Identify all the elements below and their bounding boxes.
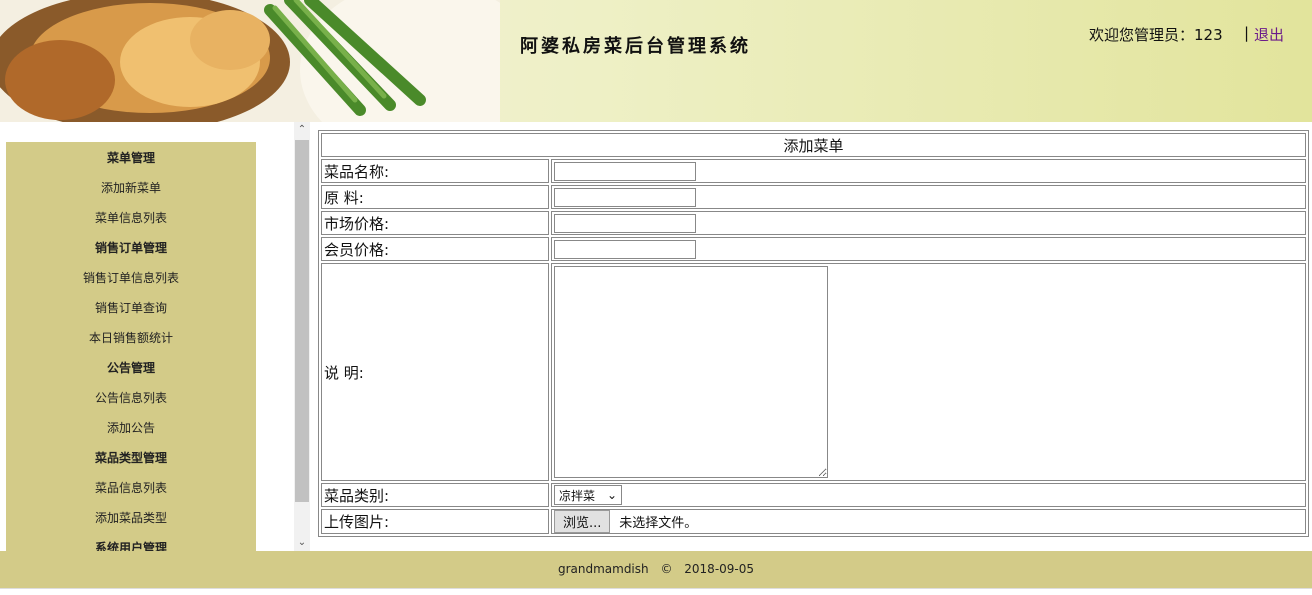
dish-name-input[interactable] <box>554 161 696 181</box>
sidebar-menu: 菜单管理 添加新菜单 菜单信息列表 销售订单管理 销售订单信息列表 销售订单查询… <box>6 142 256 551</box>
category-selected-value: 凉拌菜 <box>559 488 596 503</box>
category-label: 菜品类别: <box>321 483 549 507</box>
header-banner: 阿婆私房菜后台管理系统 欢迎您管理员：123 | 退出 <box>0 0 1312 122</box>
sidebar-heading-system-users: 系统用户管理 <box>94 541 167 551</box>
member-price-input[interactable] <box>554 239 696 259</box>
header-separator: | <box>1244 24 1250 42</box>
category-select[interactable]: 凉拌菜 ⌄ <box>554 485 622 505</box>
footer: grandmamdish © 2018-09-05 <box>0 551 1312 588</box>
sidebar-heading-dish-types: 菜品类型管理 <box>94 451 167 465</box>
browse-button[interactable]: 浏览... <box>554 510 611 533</box>
sidebar-item-add-announcement[interactable]: 添加公告 <box>6 412 256 442</box>
market-price-input[interactable] <box>554 213 696 233</box>
file-status-text: 未选择文件。 <box>619 516 698 531</box>
sidebar-item-sales-order-query[interactable]: 销售订单查询 <box>6 292 256 322</box>
sidebar-item-daily-sales-stats[interactable]: 本日销售额统计 <box>6 322 256 352</box>
add-menu-form: 添加菜单 菜品名称: 原 料: 市场价格: 会员价格: 说 明: 菜品类别: 凉… <box>318 130 1309 537</box>
scrollbar-thumb[interactable] <box>295 140 309 502</box>
footer-copyright-symbol: © <box>660 562 673 576</box>
scroll-up-arrow-icon[interactable]: ⌃ <box>294 122 310 138</box>
sidebar-item-sales-order-list[interactable]: 销售订单信息列表 <box>6 262 256 292</box>
sidebar-item-menu-list[interactable]: 菜单信息列表 <box>6 202 256 232</box>
sidebar-item-add-menu[interactable]: 添加新菜单 <box>6 172 256 202</box>
sidebar-heading-announcements: 公告管理 <box>106 361 155 375</box>
sidebar-heading-sales-orders: 销售订单管理 <box>94 241 167 255</box>
footer-site-name: grandmamdish <box>557 562 649 576</box>
food-banner-image <box>0 0 500 122</box>
dish-name-label: 菜品名称: <box>321 159 549 183</box>
sidebar-item-dish-list[interactable]: 菜品信息列表 <box>6 472 256 502</box>
sidebar-item-add-dish-type[interactable]: 添加菜品类型 <box>6 502 256 532</box>
market-price-label: 市场价格: <box>321 211 549 235</box>
ingredients-label: 原 料: <box>321 185 549 209</box>
site-title: 阿婆私房菜后台管理系统 <box>520 36 751 57</box>
frame-scrollbar[interactable]: ⌃ ⌄ <box>294 122 310 551</box>
upload-label: 上传图片: <box>321 509 549 534</box>
description-textarea[interactable] <box>554 266 828 478</box>
form-caption: 添加菜单 <box>321 133 1306 157</box>
ingredients-input[interactable] <box>554 187 696 207</box>
member-price-label: 会员价格: <box>321 237 549 261</box>
scroll-down-arrow-icon[interactable]: ⌄ <box>294 535 310 551</box>
logout-link[interactable]: 退出 <box>1254 24 1284 45</box>
chevron-down-icon: ⌄ <box>606 488 617 502</box>
sidebar-heading-menu-management: 菜单管理 <box>106 151 155 165</box>
description-label: 说 明: <box>321 263 549 481</box>
sidebar-item-announcement-list[interactable]: 公告信息列表 <box>6 382 256 412</box>
welcome-text: 欢迎您管理员：123 <box>1089 26 1223 44</box>
footer-date: 2018-09-05 <box>684 562 755 576</box>
